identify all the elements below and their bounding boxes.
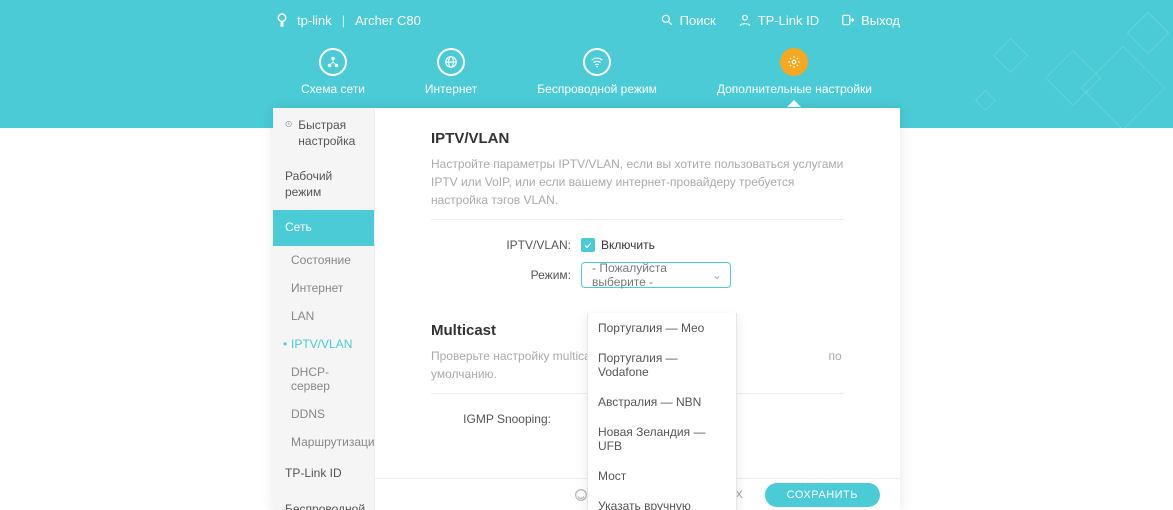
mode-select[interactable]: - Пожалуйста выберите - ⌄ — [581, 262, 731, 288]
sidebar-sub-status[interactable]: Состояние — [273, 246, 374, 274]
nav-label: Интернет — [425, 82, 477, 96]
nav-label: Дополнительные настройки — [717, 82, 872, 96]
divider: | — [342, 13, 345, 28]
wifi-icon — [590, 55, 604, 69]
logout-link[interactable]: Выход — [841, 13, 900, 28]
chevron-down-icon: ⌄ — [712, 268, 722, 282]
sidebar-network[interactable]: Сеть — [273, 210, 374, 246]
checkbox-enable[interactable] — [581, 238, 595, 252]
tplinkid-label: TP-Link ID — [758, 13, 819, 28]
sidebar-sub-routing[interactable]: Маршрутизация — [273, 428, 374, 456]
globe-icon — [444, 55, 458, 69]
sidebar-sub-dhcp[interactable]: DHCP-сервер — [273, 358, 374, 400]
nav-label: Схема сети — [301, 82, 365, 96]
sidebar-wireless[interactable]: Беспроводной режим — [273, 492, 374, 510]
sidebar-sub-internet[interactable]: Интернет — [273, 274, 374, 302]
main-panel: Быстрая настройка Рабочий режим Сеть Сос… — [273, 108, 900, 510]
nav-network-map[interactable]: Схема сети — [301, 48, 365, 107]
model-name: Archer C80 — [355, 13, 421, 28]
content-area: IPTV/VLAN Настройте параметры IPTV/VLAN,… — [375, 108, 900, 510]
mode-option[interactable]: Португалия — Vodafone — [588, 343, 736, 387]
nav-wireless[interactable]: Беспроводной режим — [537, 48, 657, 107]
mode-option[interactable]: Новая Зеландия — UFB — [588, 417, 736, 461]
mode-option[interactable]: Указать вручную — [588, 491, 736, 510]
mode-dropdown: Португалия — Meo Португалия — Vodafone А… — [587, 313, 737, 510]
search-label: Поиск — [680, 13, 716, 28]
select-value: - Пожалуйста выберите - — [592, 261, 720, 289]
mode-option[interactable]: Австралия — NBN — [588, 387, 736, 417]
row-mode: Режим: - Пожалуйста выберите - ⌄ — [431, 262, 844, 288]
quick-icon — [285, 118, 292, 130]
enable-text: Включить — [601, 238, 655, 252]
label-mode: Режим: — [431, 268, 581, 282]
sidebar-quick-setup[interactable]: Быстрая настройка — [273, 108, 374, 159]
sidebar: Быстрая настройка Рабочий режим Сеть Сос… — [273, 108, 375, 510]
section-desc-iptv: Настройте параметры IPTV/VLAN, если вы х… — [431, 155, 844, 220]
mode-option[interactable]: Португалия — Meo — [588, 313, 736, 343]
nav-advanced[interactable]: Дополнительные настройки — [717, 48, 872, 107]
active-indicator — [787, 100, 801, 107]
label-iptv: IPTV/VLAN: — [431, 238, 581, 252]
network-map-icon — [326, 55, 340, 69]
tplinkid-link[interactable]: TP-Link ID — [738, 13, 819, 28]
label-igmp: IGMP Snooping: — [431, 412, 561, 426]
mode-option[interactable]: Мост — [588, 461, 736, 491]
nav-label: Беспроводной режим — [537, 82, 657, 96]
save-button[interactable]: СОХРАНИТЬ — [765, 483, 880, 507]
user-icon — [738, 13, 752, 27]
gear-icon — [787, 55, 801, 69]
sidebar-tplink-id[interactable]: TP-Link ID — [273, 456, 374, 492]
tplink-logo-icon — [273, 11, 291, 29]
logout-icon — [841, 13, 855, 27]
brand-logo: tp-link — [273, 11, 332, 29]
row-iptv-enable: IPTV/VLAN: Включить — [431, 238, 844, 252]
top-bar: tp-link | Archer C80 Поиск TP-Link ID Вы… — [273, 0, 900, 40]
logout-label: Выход — [861, 13, 900, 28]
section-title-iptv: IPTV/VLAN — [431, 130, 844, 147]
sidebar-sub-ddns[interactable]: DDNS — [273, 400, 374, 428]
sidebar-operation-mode[interactable]: Рабочий режим — [273, 159, 374, 210]
nav-internet[interactable]: Интернет — [425, 48, 477, 107]
sidebar-sub-iptv[interactable]: IPTV/VLAN — [273, 330, 374, 358]
sidebar-label: Быстрая настройка — [298, 118, 364, 149]
brand-text: tp-link — [297, 13, 332, 28]
sidebar-sub-lan[interactable]: LAN — [273, 302, 374, 330]
search-icon — [660, 13, 674, 27]
main-nav: Схема сети Интернет Беспроводной режим Д… — [0, 48, 1173, 107]
search-link[interactable]: Поиск — [660, 13, 716, 28]
